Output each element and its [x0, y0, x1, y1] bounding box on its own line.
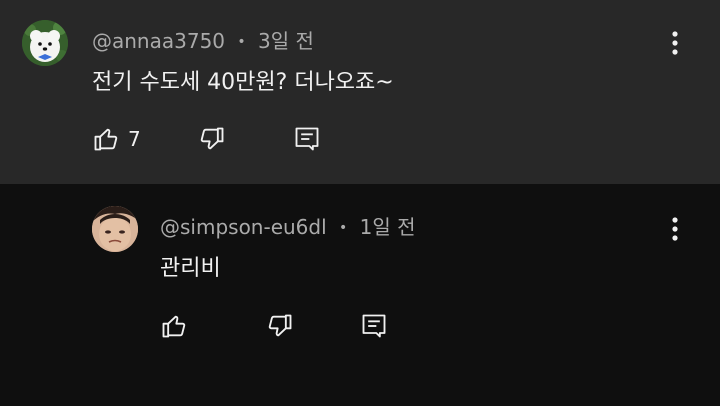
thumb-down-icon: [268, 314, 292, 337]
reply-card: @simpson-eu6dl • 1일 전 관리비: [0, 184, 720, 406]
avatar[interactable]: [22, 20, 68, 66]
comment-author[interactable]: @annaa3750: [92, 29, 225, 53]
comment-meta: @annaa3750 • 3일 전: [92, 25, 314, 54]
like-button[interactable]: [160, 312, 188, 344]
dislike-button[interactable]: [198, 125, 226, 157]
more-vert-icon: [672, 217, 678, 241]
more-vert-icon: [672, 31, 678, 55]
more-options-button[interactable]: [663, 28, 687, 58]
white-dog-avatar-icon: [22, 20, 68, 66]
comment-text: 관리비: [160, 256, 221, 281]
comment-time[interactable]: 1일 전: [360, 215, 416, 239]
comment-text: 전기 수도세 40만원? 더나오죠~: [92, 70, 394, 95]
reply-button[interactable]: [360, 312, 388, 344]
comment-meta: @simpson-eu6dl • 1일 전: [160, 211, 416, 240]
reply-button[interactable]: [293, 125, 321, 157]
comment-card: @annaa3750 • 3일 전 전기 수도세 40만원? 더나오죠~ 7: [0, 0, 720, 184]
meta-separator: •: [237, 34, 246, 50]
face-avatar-icon: [92, 206, 138, 252]
like-button[interactable]: [92, 125, 120, 157]
more-options-button[interactable]: [663, 214, 687, 244]
thumb-up-icon: [162, 315, 186, 338]
like-count: 7: [128, 127, 141, 151]
comment-author[interactable]: @simpson-eu6dl: [160, 215, 327, 239]
thumb-up-icon: [94, 128, 118, 151]
reply-icon: [362, 314, 386, 338]
thumb-down-icon: [200, 127, 224, 150]
avatar[interactable]: [92, 206, 138, 252]
reply-icon: [295, 127, 319, 151]
meta-separator: •: [339, 220, 348, 236]
comment-time[interactable]: 3일 전: [258, 29, 314, 53]
dislike-button[interactable]: [266, 312, 294, 344]
